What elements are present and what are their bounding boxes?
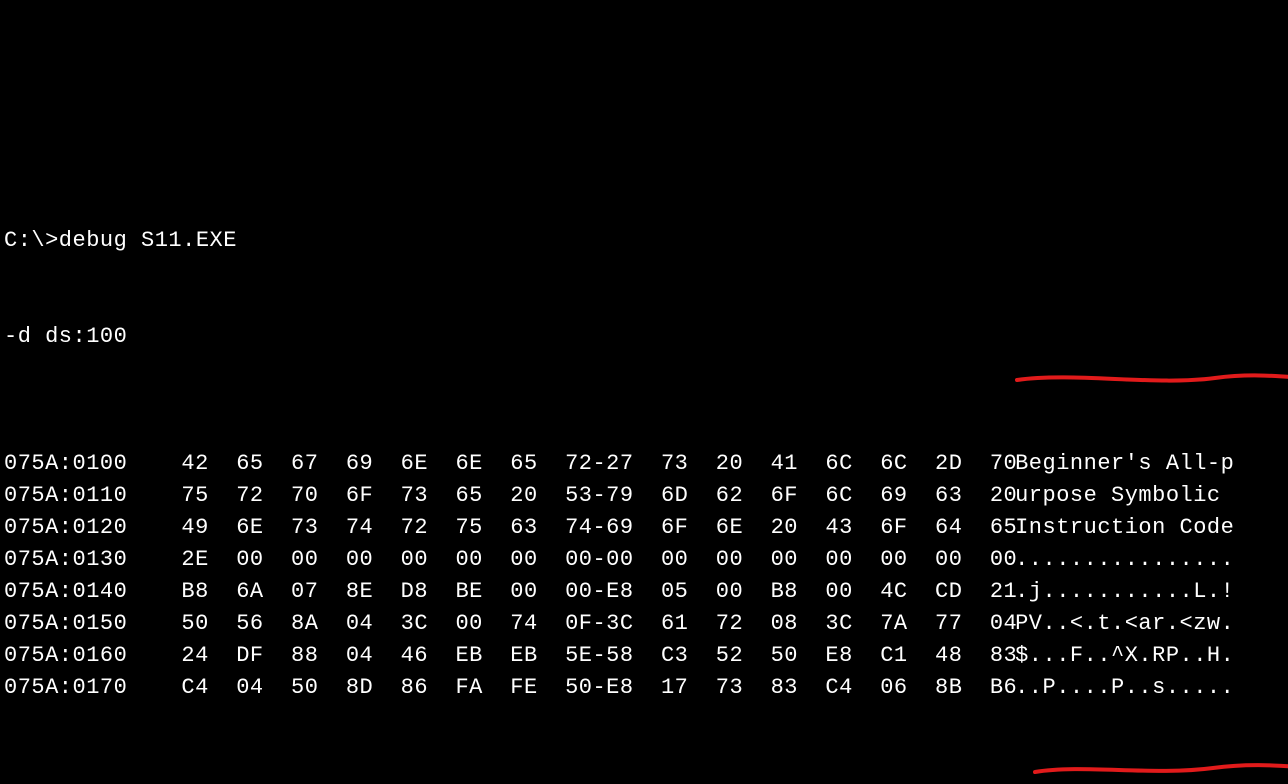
hex-bytes: 42 65 67 69 6E 6E 65 72-27 73 20 41 6C 6… xyxy=(154,448,974,480)
dump1-row: 075A:0170 C4 04 50 8D 86 FA FE 50-E8 17 … xyxy=(4,672,1284,704)
hex-address: 075A:0150 xyxy=(4,608,154,640)
debug-command-dump1: -d ds:100 xyxy=(4,321,1284,353)
ascii-column: urpose Symbolic xyxy=(974,480,1234,512)
dump1-row: 075A:0140 B8 6A 07 8E D8 BE 00 00-E8 05 … xyxy=(4,576,1284,608)
prompt-line: C:\>debug S11.EXE xyxy=(4,225,1284,257)
ascii-column: Instruction Code xyxy=(974,512,1234,544)
red-underline-annotation-2 xyxy=(978,727,1278,747)
dump1-row: 075A:0110 75 72 70 6F 73 65 20 53-79 6D … xyxy=(4,480,1284,512)
ascii-column: ..P....P..s..... xyxy=(974,672,1234,704)
hex-bytes: 24 DF 88 04 46 EB EB 5E-58 C3 52 50 E8 C… xyxy=(154,640,974,672)
hex-address: 075A:0170 xyxy=(4,672,154,704)
dump1-row: 075A:0130 2E 00 00 00 00 00 00 00-00 00 … xyxy=(4,544,1284,576)
hex-bytes: 75 72 70 6F 73 65 20 53-79 6D 62 6F 6C 6… xyxy=(154,480,974,512)
ascii-column: ................ xyxy=(974,544,1234,576)
hex-bytes: 49 6E 73 74 72 75 63 74-69 6F 6E 20 43 6… xyxy=(154,512,974,544)
ascii-column: $...F..^X.RP..H. xyxy=(974,640,1234,672)
dump1-row: 075A:0120 49 6E 73 74 72 75 63 74-69 6F … xyxy=(4,512,1284,544)
hex-address: 075A:0120 xyxy=(4,512,154,544)
hex-address: 075A:0100 xyxy=(4,448,154,480)
hex-address: 075A:0140 xyxy=(4,576,154,608)
hex-dump-1: 075A:0100 42 65 67 69 6E 6E 65 72-27 73 … xyxy=(4,448,1284,703)
dump1-row: 075A:0160 24 DF 88 04 46 EB EB 5E-58 C3 … xyxy=(4,640,1284,672)
hex-bytes: 50 56 8A 04 3C 00 74 0F-3C 61 72 08 3C 7… xyxy=(154,608,974,640)
hex-bytes: B8 6A 07 8E D8 BE 00 00-E8 05 00 B8 00 4… xyxy=(154,576,974,608)
dump1-row: 075A:0150 50 56 8A 04 3C 00 74 0F-3C 61 … xyxy=(4,608,1284,640)
ascii-column: PV..<.t.<ar.<zw. xyxy=(974,608,1234,640)
ascii-column: .j...........L.! xyxy=(974,576,1234,608)
hex-address: 075A:0110 xyxy=(4,480,154,512)
hex-bytes: 2E 00 00 00 00 00 00 00-00 00 00 00 00 0… xyxy=(154,544,974,576)
dump1-row: 075A:0100 42 65 67 69 6E 6E 65 72-27 73 … xyxy=(4,448,1284,480)
hex-bytes: C4 04 50 8D 86 FA FE 50-E8 17 73 83 C4 0… xyxy=(154,672,974,704)
hex-address: 075A:0160 xyxy=(4,640,154,672)
ascii-column: Beginner's All-p xyxy=(974,448,1234,480)
hex-address: 075A:0130 xyxy=(4,544,154,576)
terminal-screen[interactable]: C:\>debug S11.EXE -d ds:100 075A:0100 42… xyxy=(0,159,1288,784)
